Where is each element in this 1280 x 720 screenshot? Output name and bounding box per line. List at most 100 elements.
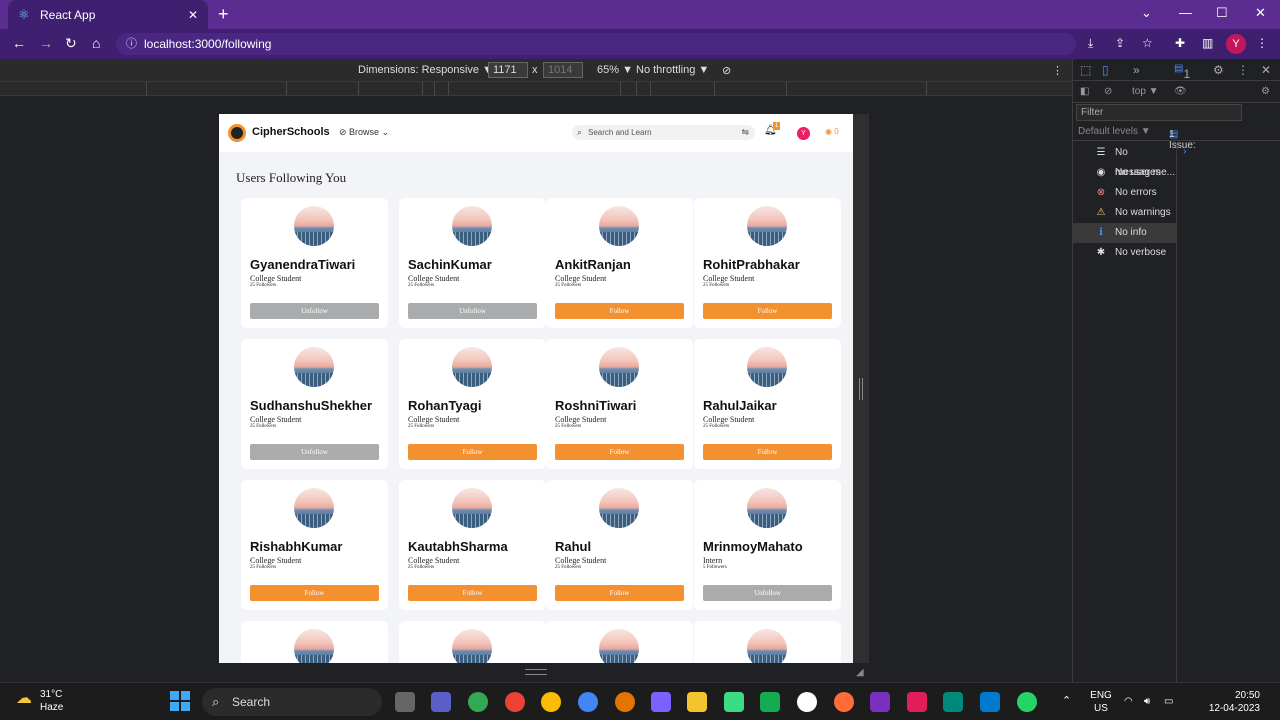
- profile-avatar[interactable]: Y: [1226, 34, 1246, 54]
- close-window-icon[interactable]: ✕: [1255, 5, 1266, 21]
- height-input[interactable]: 1014: [543, 62, 583, 78]
- clear-console-icon[interactable]: ⊘: [1104, 86, 1112, 97]
- chrome-beta-icon[interactable]: [615, 692, 635, 712]
- follow-button[interactable]: Follow: [555, 444, 684, 460]
- resize-corner-icon[interactable]: ◢: [856, 667, 864, 678]
- bookmark-star-icon[interactable]: ☆: [1142, 36, 1153, 50]
- cipherschools-logo[interactable]: [228, 124, 246, 142]
- menu-icon[interactable]: ⋮: [1256, 36, 1268, 50]
- mongodb-icon[interactable]: [760, 692, 780, 712]
- taskbar-search[interactable]: ⌕ Search: [202, 688, 382, 716]
- resize-handle-right[interactable]: [859, 378, 863, 400]
- chrome-dev-icon[interactable]: [578, 692, 598, 712]
- vscode-icon[interactable]: [980, 692, 1000, 712]
- new-tab-icon[interactable]: +: [218, 4, 229, 25]
- sidebar-toggle-icon[interactable]: ◧: [1080, 86, 1089, 97]
- minimize-icon[interactable]: —: [1179, 5, 1192, 20]
- sidepanel-icon[interactable]: ▥: [1202, 36, 1213, 50]
- jetbrains-icon[interactable]: [870, 692, 890, 712]
- console-settings-icon[interactable]: ⚙: [1261, 86, 1270, 97]
- info-icon[interactable]: ⓘ: [126, 33, 137, 55]
- close-devtools-icon[interactable]: ✕: [1261, 63, 1271, 77]
- follow-button[interactable]: Follow: [703, 303, 832, 319]
- media-query-ruler[interactable]: [0, 81, 1072, 96]
- whatsapp-icon[interactable]: [1017, 692, 1037, 712]
- console-level-item[interactable]: ☰ No messages: [1073, 143, 1176, 178]
- follow-button[interactable]: Follow: [408, 585, 537, 601]
- coins-indicator[interactable]: ◉ 0: [825, 127, 839, 136]
- context-dropdown[interactable]: top ▼: [1132, 86, 1159, 97]
- slack-icon[interactable]: [907, 692, 927, 712]
- default-levels-dropdown[interactable]: Default levels ▼: [1078, 126, 1151, 137]
- browser-tab[interactable]: ⚛ React App ✕: [8, 0, 208, 29]
- search-input[interactable]: ⌕ Search and Learn ⇋: [572, 125, 755, 140]
- width-input[interactable]: 1171: [488, 62, 528, 78]
- live-expression-icon[interactable]: 👁︎: [1174, 86, 1187, 97]
- close-tab-icon[interactable]: ✕: [188, 8, 198, 22]
- url-field[interactable]: ⓘ localhost:3000/following: [116, 33, 1076, 55]
- follow-button[interactable]: Follow: [555, 303, 684, 319]
- unfollow-button[interactable]: Unfollow: [250, 444, 379, 460]
- battery-icon[interactable]: ▭: [1164, 695, 1173, 708]
- tab-search-icon[interactable]: ⌄: [1141, 5, 1152, 21]
- console-level-item[interactable]: ✱ No verbose: [1073, 243, 1176, 263]
- console-filter-input[interactable]: Filter: [1076, 104, 1242, 121]
- inspect-icon[interactable]: ⬚: [1080, 63, 1091, 77]
- github-icon[interactable]: [797, 692, 817, 712]
- unfollow-button[interactable]: Unfollow: [408, 303, 537, 319]
- console-level-item[interactable]: ℹ No info: [1073, 223, 1176, 243]
- share-icon[interactable]: ⇪: [1115, 36, 1125, 50]
- clock[interactable]: 20:50 12-04-2023: [1188, 689, 1260, 715]
- app-navbar: CipherSchools ⊘ Browse ⌄ ⌕ Search and Le…: [219, 114, 853, 152]
- dimensions-dropdown[interactable]: Dimensions: Responsive ▼: [358, 64, 493, 76]
- more-tabs-icon[interactable]: »: [1133, 63, 1140, 77]
- zoom-dropdown[interactable]: 65% ▼: [597, 64, 633, 76]
- console-level-item[interactable]: ◉ No user me...: [1073, 163, 1176, 183]
- filter-icon[interactable]: ⇋: [741, 125, 749, 140]
- chrome-icon[interactable]: [468, 692, 488, 712]
- copilot-icon[interactable]: [651, 692, 671, 712]
- postman-icon[interactable]: [834, 692, 854, 712]
- brand-name[interactable]: CipherSchools: [252, 126, 330, 138]
- resize-handle-bottom[interactable]: [525, 669, 547, 675]
- chrome-profile-icon[interactable]: [505, 692, 525, 712]
- devtools-menu-icon[interactable]: ⋮: [1237, 63, 1249, 77]
- follow-button[interactable]: Follow: [703, 444, 832, 460]
- unfollow-button[interactable]: Unfollow: [703, 585, 832, 601]
- file-explorer-icon[interactable]: [687, 692, 707, 712]
- messages-badge[interactable]: ▤ 1: [1174, 63, 1190, 81]
- console-level-item[interactable]: ⊗ No errors: [1073, 183, 1176, 203]
- back-icon[interactable]: ←: [12, 35, 26, 51]
- language-indicator[interactable]: ENG US: [1088, 689, 1114, 715]
- task-view-icon[interactable]: [395, 692, 415, 712]
- wifi-icon[interactable]: ◠: [1124, 695, 1133, 708]
- more-options-icon[interactable]: ⋮: [1052, 64, 1063, 77]
- chrome-alt-icon[interactable]: [541, 692, 561, 712]
- weather-widget[interactable]: ☁ 31°C Haze: [16, 688, 63, 714]
- follow-button[interactable]: Follow: [555, 585, 684, 601]
- windows-start-icon[interactable]: [170, 691, 190, 711]
- show-hidden-icon[interactable]: ⌃: [1062, 695, 1071, 708]
- install-icon[interactable]: ⤓: [1088, 36, 1093, 51]
- home-icon[interactable]: ⌂: [92, 35, 100, 51]
- device-toggle-icon[interactable]: ▯: [1102, 63, 1109, 77]
- forward-icon[interactable]: →: [39, 35, 53, 51]
- unfollow-button[interactable]: Unfollow: [250, 303, 379, 319]
- extensions-icon[interactable]: ✚: [1175, 36, 1185, 50]
- volume-icon[interactable]: 🔊︎: [1144, 695, 1150, 708]
- reload-icon[interactable]: ↻: [65, 35, 77, 52]
- user-card: RahulJaikar College Student 25 Followers Fo…: [694, 339, 841, 469]
- maximize-icon[interactable]: ☐: [1216, 5, 1228, 21]
- console-level-item[interactable]: ⚠ No warnings: [1073, 203, 1176, 223]
- settings-icon[interactable]: ⚙: [1213, 63, 1224, 77]
- throttling-dropdown[interactable]: No throttling ▼: [636, 64, 709, 76]
- expand-chevron-icon[interactable]: ›: [1183, 146, 1186, 157]
- browse-dropdown[interactable]: ⊘ Browse ⌄: [339, 127, 389, 138]
- android-studio-icon[interactable]: [724, 692, 744, 712]
- rotate-icon[interactable]: ⊘: [722, 64, 731, 77]
- follow-button[interactable]: Follow: [250, 585, 379, 601]
- user-avatar[interactable]: Y: [797, 127, 810, 140]
- teams-icon[interactable]: [431, 692, 451, 712]
- meet-icon[interactable]: [943, 692, 963, 712]
- follow-button[interactable]: Follow: [408, 444, 537, 460]
